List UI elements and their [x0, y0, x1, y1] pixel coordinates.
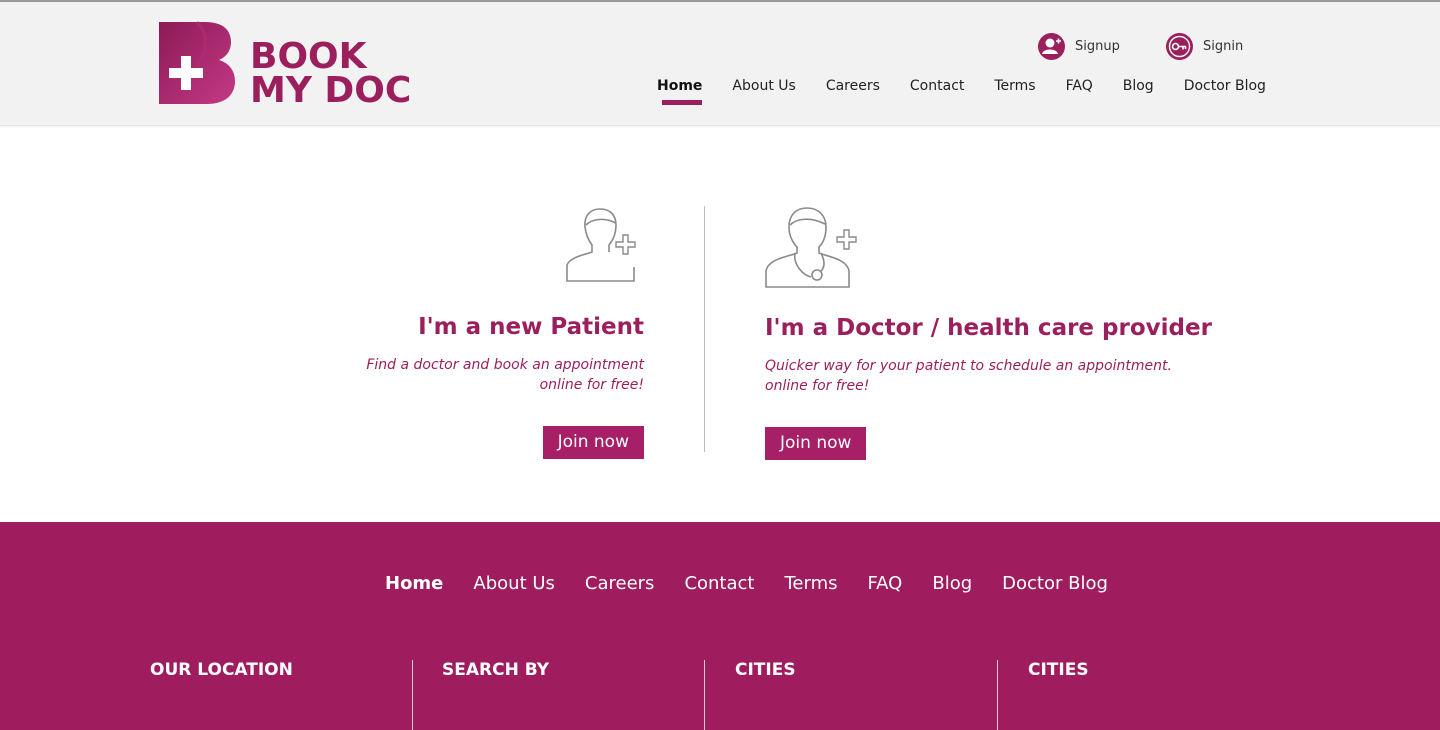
patient-join-button[interactable]: Join now — [542, 426, 644, 459]
doctor-subtitle-line2: online for free! — [765, 378, 870, 394]
footer-heading-search-by: SEARCH BY — [442, 660, 550, 680]
signup-link[interactable]: Signup — [1038, 33, 1120, 60]
footer-nav-doctor-blog[interactable]: Doctor Blog — [1002, 573, 1108, 594]
nav-terms[interactable]: Terms — [994, 78, 1035, 94]
footer-nav-terms[interactable]: Terms — [784, 573, 837, 594]
footer-divider — [997, 660, 998, 730]
doctor-join-button[interactable]: Join now — [765, 427, 867, 460]
patient-subtitle-line1: Find a doctor and book an appointment — [366, 357, 644, 373]
doctor-add-icon — [765, 207, 857, 288]
nav-doctor-blog[interactable]: Doctor Blog — [1184, 78, 1266, 94]
footer-nav-faq[interactable]: FAQ — [867, 573, 902, 594]
signin-link[interactable]: Signin — [1166, 33, 1243, 60]
nav-contact[interactable]: Contact — [910, 78, 964, 94]
nav-home[interactable]: Home — [657, 78, 703, 105]
footer-heading-cities-2: CITIES — [1028, 660, 1089, 680]
column-divider — [704, 206, 705, 452]
nav-blog[interactable]: Blog — [1123, 78, 1154, 94]
doctor-subtitle: Quicker way for your patient to schedule… — [765, 356, 1225, 396]
footer-heading-our-location: OUR LOCATION — [150, 660, 293, 680]
footer-divider — [412, 660, 413, 730]
user-add-icon — [1038, 33, 1065, 60]
doctor-title: I'm a Doctor / health care provider — [765, 315, 1212, 341]
patient-title: I'm a new Patient — [418, 314, 644, 340]
footer-nav-about-us[interactable]: About Us — [473, 573, 555, 594]
brand-line1: BOOK — [250, 36, 367, 77]
patient-subtitle-line2: online for free! — [539, 377, 644, 393]
brand-line2: MY DOC — [250, 70, 412, 111]
nav-about-us[interactable]: About Us — [732, 78, 795, 94]
footer-nav: Home About Us Careers Contact Terms FAQ … — [385, 573, 1108, 594]
nav-careers[interactable]: Careers — [826, 78, 880, 94]
doctor-card: I'm a Doctor / health care provider Quic… — [765, 205, 1225, 460]
brand-logo[interactable]: BOOK MY DOC — [157, 20, 417, 110]
footer-nav-contact[interactable]: Contact — [684, 573, 754, 594]
site-header: BOOK MY DOC Signup Signin Home About Us … — [0, 2, 1440, 126]
footer-heading-cities: CITIES — [735, 660, 796, 680]
nav-faq[interactable]: FAQ — [1066, 78, 1093, 94]
doctor-subtitle-line1: Quicker way for your patient to schedule… — [765, 358, 1172, 374]
footer-nav-careers[interactable]: Careers — [585, 573, 655, 594]
footer-nav-blog[interactable]: Blog — [932, 573, 972, 594]
footer-divider — [704, 660, 705, 730]
site-footer: Home About Us Careers Contact Terms FAQ … — [0, 522, 1440, 730]
main-nav: Home About Us Careers Contact Terms FAQ … — [657, 78, 1266, 105]
brand-wordmark: BOOK MY DOC — [250, 36, 420, 111]
footer-nav-home[interactable]: Home — [385, 573, 443, 594]
patient-card: I'm a new Patient Find a doctor and book… — [340, 205, 644, 459]
logo-mark-icon — [159, 20, 235, 104]
key-icon — [1166, 33, 1193, 60]
patient-subtitle: Find a doctor and book an appointment on… — [340, 355, 644, 395]
signin-label: Signin — [1203, 39, 1244, 54]
patient-add-icon — [566, 208, 636, 282]
signup-label: Signup — [1075, 39, 1120, 54]
